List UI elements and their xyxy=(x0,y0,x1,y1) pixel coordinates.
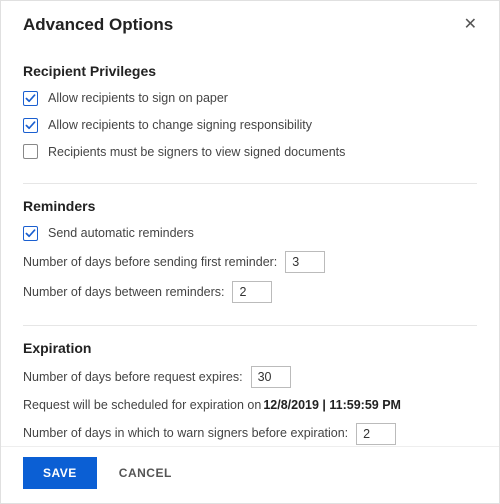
option-change-responsibility: Allow recipients to change signing respo… xyxy=(23,116,477,135)
scheduled-row: Request will be scheduled for expiration… xyxy=(23,396,477,415)
reminders-title: Reminders xyxy=(23,198,477,214)
cancel-button[interactable]: CANCEL xyxy=(111,457,180,489)
section-reminders: Reminders Send automatic reminders Numbe… xyxy=(23,184,477,326)
scheduled-prefix: Request will be scheduled for expiration… xyxy=(23,396,261,415)
label-auto-reminders: Send automatic reminders xyxy=(48,224,194,243)
expires-label: Number of days before request expires: xyxy=(23,368,243,387)
option-auto-reminders: Send automatic reminders xyxy=(23,224,477,243)
first-reminder-input[interactable] xyxy=(285,251,325,273)
label-change-responsibility: Allow recipients to change signing respo… xyxy=(48,116,312,135)
checkbox-auto-reminders[interactable] xyxy=(23,226,38,241)
expires-input[interactable] xyxy=(251,366,291,388)
check-icon xyxy=(25,228,36,239)
expires-row: Number of days before request expires: xyxy=(23,366,477,388)
checkbox-change-responsibility[interactable] xyxy=(23,118,38,133)
section-recipient-privileges: Recipient Privileges Allow recipients to… xyxy=(23,49,477,184)
warn-label: Number of days in which to warn signers … xyxy=(23,424,348,443)
warn-input[interactable] xyxy=(356,423,396,445)
expiration-title: Expiration xyxy=(23,340,477,356)
first-reminder-label: Number of days before sending first remi… xyxy=(23,253,277,272)
between-reminders-label: Number of days between reminders: xyxy=(23,283,224,302)
modal-title: Advanced Options xyxy=(23,15,173,35)
modal-footer: SAVE CANCEL xyxy=(1,446,499,503)
checkbox-sign-on-paper[interactable] xyxy=(23,91,38,106)
close-icon[interactable]: ✕ xyxy=(460,15,481,35)
section-expiration: Expiration Number of days before request… xyxy=(23,326,477,446)
check-icon xyxy=(25,93,36,104)
warn-row: Number of days in which to warn signers … xyxy=(23,423,477,445)
scheduled-datetime: 12/8/2019 | 11:59:59 PM xyxy=(263,396,401,415)
label-must-be-signers: Recipients must be signers to view signe… xyxy=(48,143,345,162)
between-reminders-row: Number of days between reminders: xyxy=(23,281,477,303)
option-must-be-signers: Recipients must be signers to view signe… xyxy=(23,143,477,162)
save-button[interactable]: SAVE xyxy=(23,457,97,489)
between-reminders-input[interactable] xyxy=(232,281,272,303)
modal-body[interactable]: Recipient Privileges Allow recipients to… xyxy=(1,45,499,446)
recipient-privileges-title: Recipient Privileges xyxy=(23,63,477,79)
advanced-options-modal: Advanced Options ✕ Recipient Privileges … xyxy=(1,1,499,503)
first-reminder-row: Number of days before sending first remi… xyxy=(23,251,477,273)
checkbox-must-be-signers[interactable] xyxy=(23,144,38,159)
check-icon xyxy=(25,120,36,131)
option-sign-on-paper: Allow recipients to sign on paper xyxy=(23,89,477,108)
label-sign-on-paper: Allow recipients to sign on paper xyxy=(48,89,228,108)
modal-header: Advanced Options ✕ xyxy=(1,1,499,45)
